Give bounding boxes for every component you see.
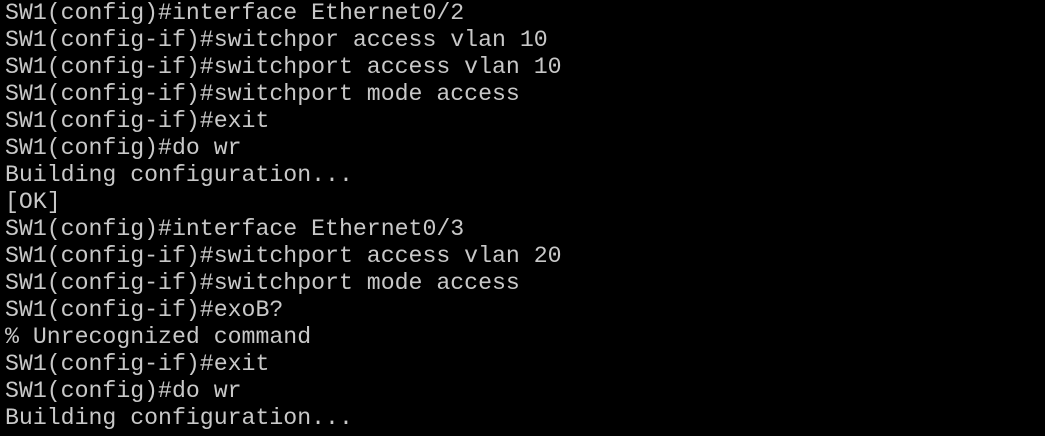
terminal-line: [OK] — [5, 189, 61, 215]
terminal-line: SW1(config)#interface Ethernet0/3 — [5, 216, 465, 242]
terminal-line: SW1(config-if)#exit — [5, 351, 270, 377]
terminal-line: SW1(config-if)#exoB? — [5, 297, 284, 323]
terminal-line: SW1(config-if)#exit — [5, 108, 270, 134]
terminal-line: SW1(config-if)#switchport mode access — [5, 270, 520, 296]
terminal-line: Building configuration... — [5, 162, 353, 188]
terminal-line: SW1(config)#interface Ethernet0/2 — [5, 0, 465, 26]
terminal-line: SW1(config-if)#switchpor access vlan 10 — [5, 27, 548, 53]
terminal-line: SW1(config-if)#switchport access vlan 10 — [5, 54, 562, 80]
terminal-line: SW1(config)#do wr — [5, 378, 242, 404]
terminal-line: SW1(config)#do wr — [5, 135, 242, 161]
terminal-line: SW1(config-if)#switchport mode access — [5, 81, 520, 107]
terminal-window[interactable]: SW1(config)#interface Ethernet0/2 SW1(co… — [0, 0, 1047, 436]
terminal-line: Building configuration... — [5, 405, 353, 431]
terminal-output: SW1(config)#interface Ethernet0/2 SW1(co… — [5, 0, 562, 432]
terminal-line: SW1(config-if)#switchport access vlan 20 — [5, 243, 562, 269]
terminal-line: % Unrecognized command — [5, 324, 312, 350]
